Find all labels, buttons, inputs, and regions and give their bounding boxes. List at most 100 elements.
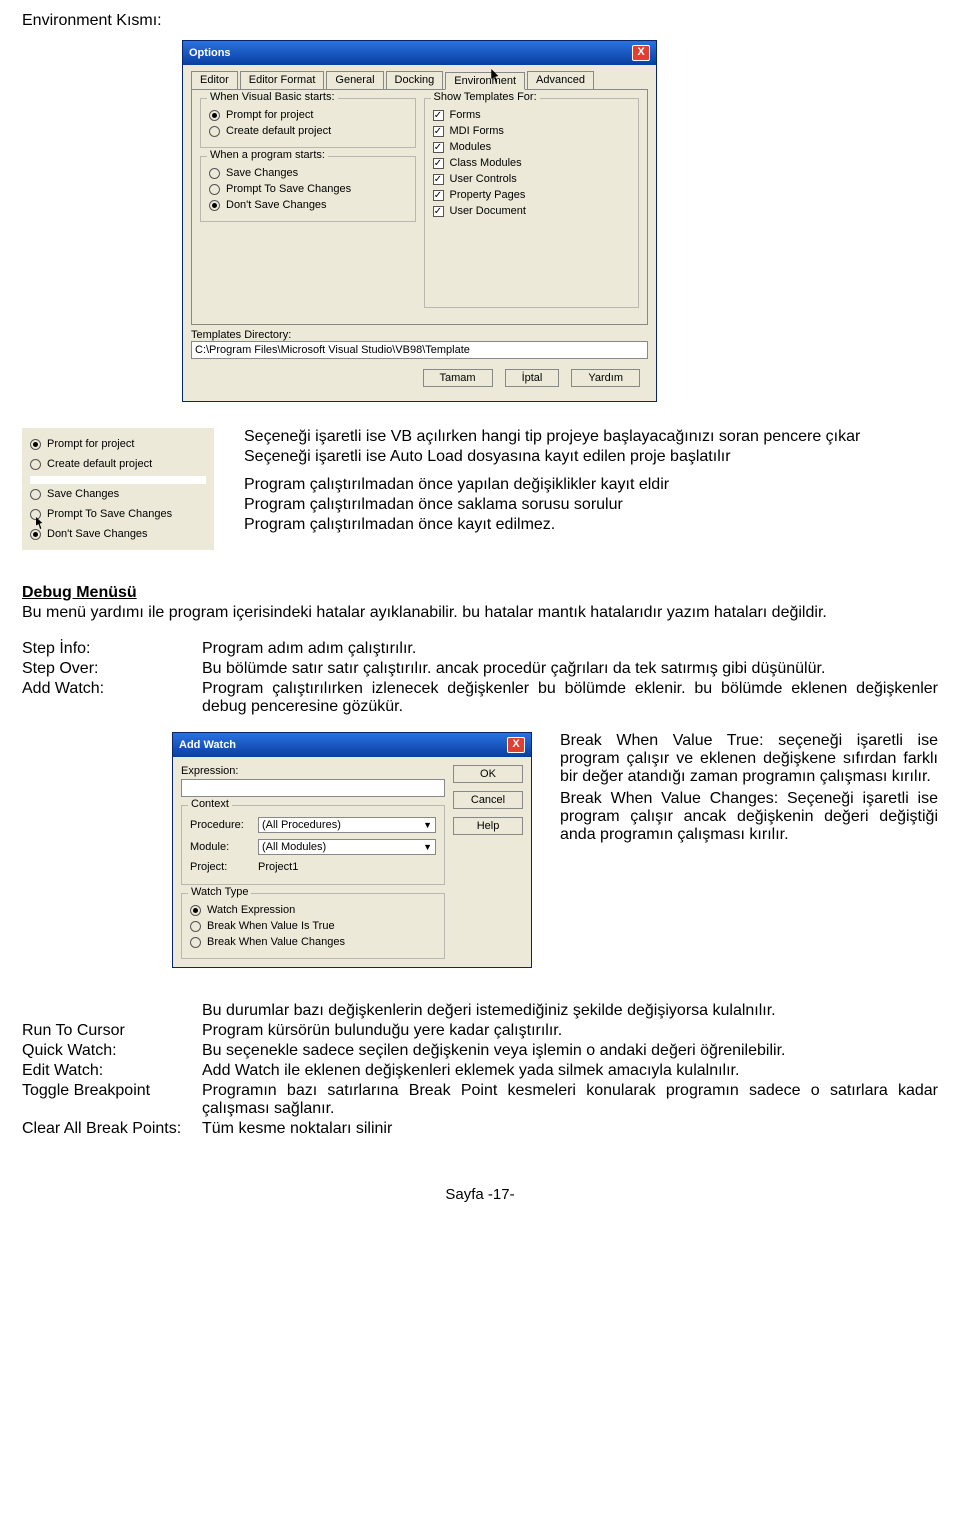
help-button[interactable]: Yardım: [571, 369, 640, 387]
check-property-pages[interactable]: Property Pages: [433, 187, 631, 203]
radio-save-changes[interactable]: Save Changes: [209, 165, 407, 181]
context-group: Context Procedure: (All Procedures)▼ Mod…: [181, 805, 445, 885]
templates-dir-label: Templates Directory:: [191, 329, 648, 341]
option-descriptions: Seçeneği işaretli ise VB açılırken hangi…: [244, 428, 938, 550]
expression-label: Expression:: [181, 765, 445, 777]
cancel-button[interactable]: İptal: [505, 369, 560, 387]
radio-prompt-save[interactable]: Prompt To Save Changes: [209, 181, 407, 197]
checkbox-icon: [433, 142, 444, 153]
desc-line: Program çalıştırılmadan önce yapılan değ…: [244, 476, 938, 494]
debug-heading: Debug Menüsü: [22, 584, 938, 602]
def-desc: Tüm kesme noktaları silinir: [202, 1120, 938, 1138]
radio-dont-save[interactable]: Don't Save Changes: [209, 197, 407, 213]
templates-dir-input[interactable]: [191, 341, 648, 359]
radio-break-value-true[interactable]: Break When Value Is True: [190, 918, 436, 934]
check-label: Forms: [450, 109, 481, 121]
section-heading: Environment Kısmı:: [22, 12, 938, 30]
proc-dropdown[interactable]: (All Procedures)▼: [258, 817, 436, 833]
radio-label: Watch Expression: [207, 904, 295, 916]
radio-label: Prompt To Save Changes: [226, 183, 351, 195]
radio-label: Save Changes: [47, 488, 119, 500]
radio-icon: [209, 184, 220, 195]
tab-advanced[interactable]: Advanced: [527, 71, 594, 89]
radio-create-default[interactable]: Create default project: [30, 454, 206, 474]
options-titlebar: Options X: [183, 41, 656, 65]
radio-icon: [30, 439, 41, 450]
def-term: Edit Watch:: [22, 1062, 202, 1080]
check-user-document[interactable]: User Document: [433, 203, 631, 219]
def-desc: Add Watch ile eklenen değişkenleri eklem…: [202, 1062, 938, 1080]
check-label: User Document: [450, 205, 526, 217]
tab-general[interactable]: General: [326, 71, 383, 89]
radio-label: Don't Save Changes: [226, 199, 327, 211]
help-button[interactable]: Help: [453, 817, 523, 835]
project-value: Project1: [258, 861, 298, 873]
check-modules[interactable]: Modules: [433, 139, 631, 155]
radio-break-value-changes[interactable]: Break When Value Changes: [190, 934, 436, 950]
note-paragraph: Break When Value True: seçeneği işaretli…: [560, 732, 938, 786]
tab-docking[interactable]: Docking: [386, 71, 444, 89]
check-label: User Controls: [450, 173, 517, 185]
radio-icon: [190, 937, 201, 948]
group-vb-starts: When Visual Basic starts: Prompt for pro…: [200, 98, 416, 148]
radio-save-changes[interactable]: Save Changes: [30, 484, 206, 504]
ok-button[interactable]: OK: [453, 765, 523, 783]
close-icon[interactable]: X: [507, 737, 525, 753]
def-term: Toggle Breakpoint: [22, 1082, 202, 1118]
group-legend: Show Templates For:: [431, 91, 540, 103]
def-desc: Bu durumlar bazı değişkenlerin değeri is…: [202, 1002, 938, 1020]
debug-commands: Bu durumlar bazı değişkenlerin değeri is…: [22, 1002, 938, 1138]
project-label: Project:: [190, 861, 252, 873]
radio-icon: [209, 168, 220, 179]
cancel-button[interactable]: Cancel: [453, 791, 523, 809]
check-label: Modules: [450, 141, 492, 153]
radio-icon: [209, 126, 220, 137]
options-fragment: Prompt for project Create default projec…: [22, 428, 214, 550]
options-tabs: Editor Editor Format General Docking Env…: [191, 71, 648, 89]
def-desc: Bu bölümde satır satır çalıştırılır. anc…: [202, 660, 938, 678]
radio-prompt-project[interactable]: Prompt for project: [30, 434, 206, 454]
check-label: Property Pages: [450, 189, 526, 201]
ok-button[interactable]: Tamam: [423, 369, 493, 387]
radio-label: Don't Save Changes: [47, 528, 148, 540]
tab-editor-format[interactable]: Editor Format: [240, 71, 325, 89]
radio-prompt-project[interactable]: Prompt for project: [209, 107, 407, 123]
divider: [30, 476, 206, 484]
tab-environment[interactable]: Environment: [445, 72, 525, 90]
close-icon[interactable]: X: [632, 45, 650, 61]
def-term: Quick Watch:: [22, 1042, 202, 1060]
def-term: Run To Cursor: [22, 1022, 202, 1040]
def-desc: Program adım adım çalıştırılır.: [202, 640, 938, 658]
radio-label: Prompt for project: [226, 109, 313, 121]
check-user-controls[interactable]: User Controls: [433, 171, 631, 187]
note-paragraph: Break When Value Changes: Seçeneği işare…: [560, 790, 938, 844]
radio-dont-save[interactable]: Don't Save Changes: [30, 524, 206, 544]
radio-watch-expression[interactable]: Watch Expression: [190, 902, 436, 918]
group-templates: Show Templates For: Forms MDI Forms Modu…: [424, 98, 640, 308]
check-mdi-forms[interactable]: MDI Forms: [433, 123, 631, 139]
add-watch-titlebar: Add Watch X: [173, 733, 531, 757]
dropdown-value: (All Procedures): [262, 819, 341, 831]
group-legend: When Visual Basic starts:: [207, 91, 338, 103]
radio-icon: [30, 529, 41, 540]
radio-prompt-save[interactable]: Prompt To Save Changes: [30, 504, 206, 524]
radio-label: Prompt for project: [47, 438, 134, 450]
checkbox-icon: [433, 110, 444, 121]
checkbox-icon: [433, 206, 444, 217]
radio-label: Prompt To Save Changes: [47, 508, 172, 520]
check-class-modules[interactable]: Class Modules: [433, 155, 631, 171]
radio-icon: [190, 921, 201, 932]
expression-input[interactable]: [181, 779, 445, 797]
def-desc: Programın bazı satırlarına Break Point k…: [202, 1082, 938, 1118]
def-desc: Program çalıştırılırken izlenecek değişk…: [202, 680, 938, 716]
radio-create-default[interactable]: Create default project: [209, 123, 407, 139]
radio-icon: [209, 110, 220, 121]
add-watch-dialog: Add Watch X Expression: Context Procedur…: [172, 732, 532, 968]
module-dropdown[interactable]: (All Modules)▼: [258, 839, 436, 855]
check-forms[interactable]: Forms: [433, 107, 631, 123]
module-label: Module:: [190, 841, 252, 853]
desc-line: Program çalıştırılmadan önce saklama sor…: [244, 496, 938, 514]
tab-editor[interactable]: Editor: [191, 71, 238, 89]
chevron-down-icon: ▼: [423, 842, 432, 852]
group-legend: Watch Type: [188, 886, 251, 898]
